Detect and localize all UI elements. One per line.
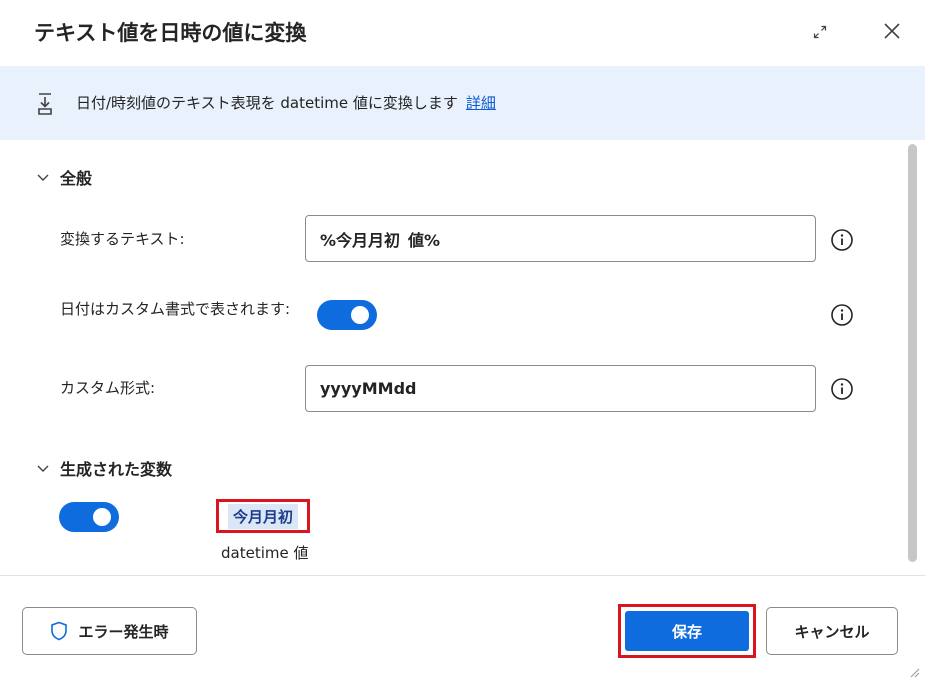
custom-format-label: カスタム形式: <box>60 379 156 397</box>
expand-button[interactable] <box>806 18 834 46</box>
on-error-label: エラー発生時 <box>78 622 169 641</box>
details-link[interactable]: 詳細 <box>466 94 496 112</box>
info-icon[interactable] <box>830 303 854 327</box>
resize-grip-icon[interactable] <box>906 664 920 678</box>
expand-diagonal-icon <box>813 25 827 39</box>
text-to-convert-field[interactable] <box>320 229 801 248</box>
custom-format-input[interactable] <box>305 365 816 412</box>
text-to-convert-label: 変換するテキスト: <box>60 230 185 248</box>
variable-enabled-toggle[interactable] <box>59 502 119 532</box>
save-button[interactable]: 保存 <box>625 611 749 651</box>
chevron-down-icon <box>37 465 49 472</box>
dialog-title: テキスト値を日時の値に変換 <box>34 21 307 45</box>
section-general-label: 全般 <box>60 169 93 188</box>
banner-text: 日付/時刻値のテキスト表現を datetime 値に変換します <box>76 94 458 112</box>
close-icon <box>884 23 900 39</box>
variable-name-chip[interactable]: 今月月初 <box>216 499 310 533</box>
section-variables-header[interactable]: 生成された変数 <box>36 456 172 480</box>
content-scrollbar[interactable] <box>908 144 917 562</box>
text-to-convert-input[interactable] <box>305 215 816 262</box>
variable-name: 今月月初 <box>227 503 298 529</box>
dialog-header: テキスト値を日時の値に変換 <box>0 0 925 66</box>
chevron-down-icon <box>37 174 49 181</box>
custom-format-field[interactable] <box>320 379 801 398</box>
section-variables-label: 生成された変数 <box>60 460 173 479</box>
toggle-knob <box>351 306 369 324</box>
banner-description: 日付/時刻値のテキスト表現を datetime 値に変換します 詳細 <box>76 92 496 113</box>
info-icon[interactable] <box>830 228 854 252</box>
on-error-button[interactable]: エラー発生時 <box>22 607 197 655</box>
shield-icon <box>51 621 68 641</box>
info-banner: 日付/時刻値のテキスト表現を datetime 値に変換します 詳細 <box>0 66 925 140</box>
dialog-footer: エラー発生時 保存 キャンセル <box>0 575 925 680</box>
cancel-button[interactable]: キャンセル <box>766 607 898 655</box>
convert-down-icon <box>38 93 52 115</box>
variable-type: datetime 値 <box>221 544 309 562</box>
close-button[interactable] <box>877 16 907 46</box>
convert-text-to-datetime-dialog: テキスト値を日時の値に変換 日付/時刻値のテキスト表現を datetime 値に… <box>0 0 925 680</box>
custom-format-toggle[interactable] <box>317 300 377 330</box>
toggle-knob <box>93 508 111 526</box>
dialog-content: 全般 変換するテキスト: 日付はカスタム書式で表されます: カスタム形式: <box>0 140 925 575</box>
section-general-header[interactable]: 全般 <box>36 165 92 189</box>
custom-format-toggle-label: 日付はカスタム書式で表されます: <box>60 300 291 318</box>
info-icon[interactable] <box>830 377 854 401</box>
